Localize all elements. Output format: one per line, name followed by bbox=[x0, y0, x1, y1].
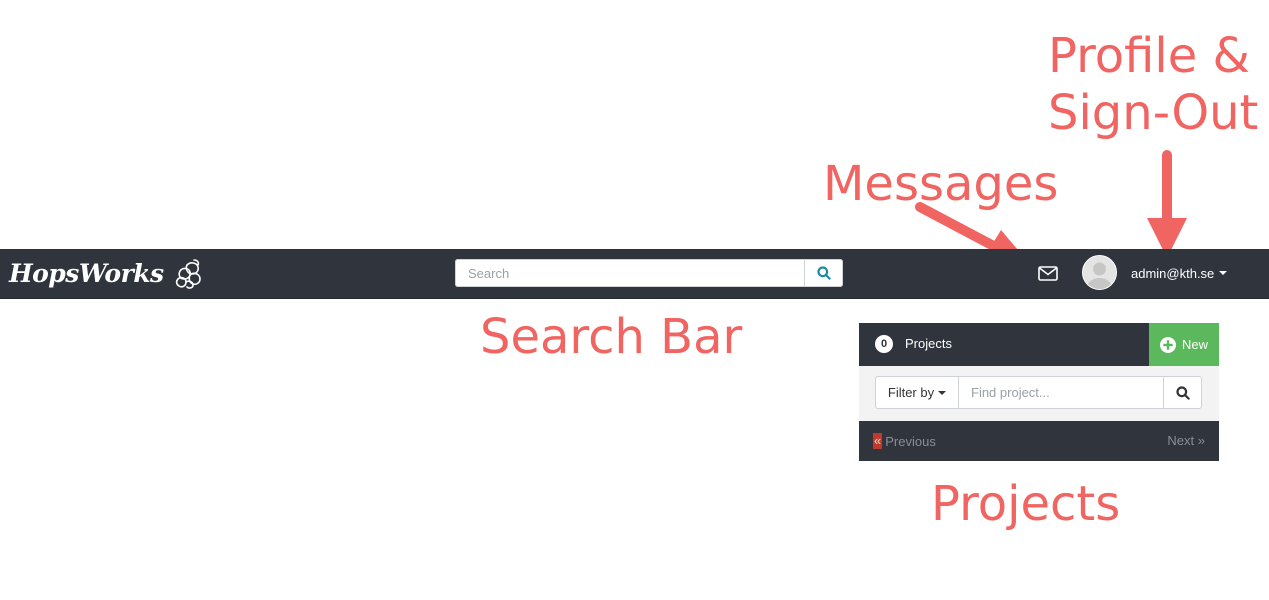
projects-panel: 0 Projects New Filter by Find project...… bbox=[859, 323, 1219, 461]
filter-by-dropdown[interactable]: Filter by bbox=[875, 376, 959, 409]
pager-previous[interactable]: « Previous bbox=[873, 433, 936, 449]
annotation-profile-line2: Sign-Out bbox=[1048, 85, 1259, 141]
filter-group: Filter by bbox=[875, 376, 1202, 409]
envelope-icon bbox=[1038, 265, 1058, 281]
hop-cone-icon bbox=[172, 257, 206, 289]
logo[interactable]: HopsWorks bbox=[9, 257, 206, 289]
new-project-label: New bbox=[1181, 337, 1208, 352]
user-menu-dropdown[interactable]: admin@kth.se bbox=[1131, 263, 1228, 283]
profile-arrow bbox=[1147, 150, 1187, 258]
caret-down-icon bbox=[938, 390, 947, 395]
projects-pager: « Previous Next » bbox=[859, 421, 1219, 461]
caret-down-icon bbox=[1219, 271, 1228, 275]
projects-title: Projects bbox=[905, 336, 952, 351]
previous-symbol: « bbox=[873, 433, 883, 449]
search-input[interactable] bbox=[455, 259, 804, 287]
annotation-search-bar: Search Bar bbox=[480, 309, 743, 365]
projects-header: 0 Projects New bbox=[859, 323, 1219, 366]
search-button[interactable] bbox=[804, 259, 843, 287]
new-project-button[interactable]: New bbox=[1149, 323, 1219, 366]
annotation-profile-line1: Profile & bbox=[1048, 28, 1250, 84]
user-email: admin@kth.se bbox=[1131, 265, 1215, 281]
search-icon bbox=[1175, 385, 1190, 400]
find-project-search-button[interactable] bbox=[1163, 376, 1202, 409]
messages-button[interactable] bbox=[1037, 263, 1059, 283]
search-icon bbox=[816, 266, 831, 280]
plus-circle-icon bbox=[1159, 336, 1176, 353]
filter-by-label: Filter by bbox=[887, 385, 935, 400]
logo-text: HopsWorks bbox=[9, 258, 164, 288]
annotation-projects: Projects bbox=[931, 476, 1121, 532]
find-project-input[interactable] bbox=[959, 376, 1163, 409]
projects-filter-bar: Filter by bbox=[859, 366, 1219, 421]
avatar[interactable] bbox=[1082, 255, 1117, 290]
pager-next[interactable]: Next » bbox=[1167, 433, 1205, 448]
annotation-messages: Messages bbox=[823, 156, 1059, 212]
previous-label: Previous bbox=[885, 433, 936, 449]
top-navbar: HopsWorks Search admin@kth.se bbox=[0, 249, 1269, 299]
projects-count-badge: 0 bbox=[875, 335, 893, 353]
user-avatar-icon bbox=[1083, 256, 1116, 289]
global-search-bar bbox=[455, 259, 843, 287]
